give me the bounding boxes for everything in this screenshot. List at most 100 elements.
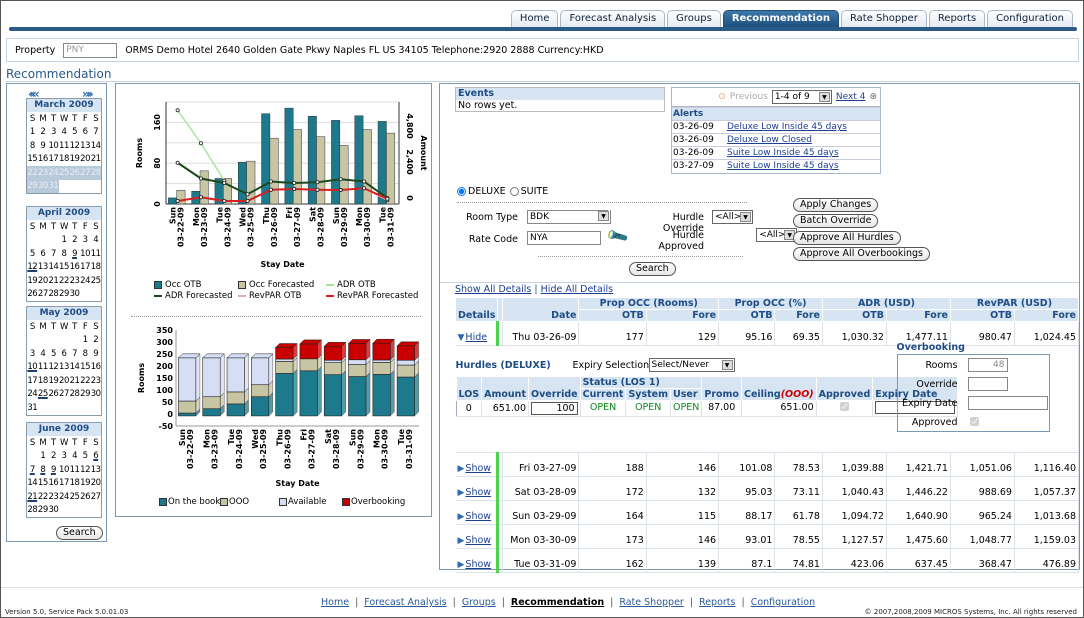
calendar-day[interactable]: 19 — [80, 477, 90, 491]
tab-home[interactable]: Home — [510, 10, 559, 27]
calendar-day[interactable]: 18 — [69, 477, 80, 491]
hurdle-override-select[interactable]: <All> ▼ — [712, 210, 753, 224]
footer-link-reports[interactable]: Reports — [699, 597, 735, 608]
calendar-day[interactable]: 24 — [80, 274, 90, 288]
hide-link[interactable]: Hide — [465, 332, 487, 343]
calendar-day[interactable]: 9 — [90, 347, 101, 361]
expiry-selection-select[interactable]: Select/Never ▼ — [648, 358, 735, 372]
ob-rooms-input[interactable]: 48 — [967, 358, 1008, 372]
next-icon[interactable]: ⊛ — [869, 92, 877, 102]
calendar-day[interactable]: 21 — [90, 153, 101, 167]
show-link[interactable]: Show — [465, 511, 491, 522]
ob-approved-checkbox[interactable] — [969, 417, 979, 426]
calendar-day[interactable]: 11 — [90, 247, 101, 261]
calendar-day[interactable]: 2 — [90, 334, 101, 348]
calendar-day[interactable]: 10 — [48, 139, 58, 153]
radio-suite[interactable] — [509, 187, 519, 196]
footer-link-configuration[interactable]: Configuration — [751, 597, 815, 608]
calendar-day[interactable]: 16 — [48, 477, 58, 491]
calendar-day[interactable]: 30 — [69, 288, 80, 302]
calendar-day[interactable]: 12 — [80, 463, 90, 477]
calendar-day[interactable]: 22 — [38, 490, 48, 504]
calendar-day[interactable]: 6 — [80, 126, 91, 140]
footer-link-groups[interactable]: Groups — [462, 597, 496, 608]
tab-recommendation[interactable]: Recommendation — [722, 10, 839, 27]
calendar-day[interactable]: 15 — [38, 477, 48, 491]
approve-all-hurdles-button[interactable]: Approve All Hurdles — [793, 231, 901, 245]
calendar-day[interactable]: 17 — [80, 261, 90, 275]
show-all-details-link[interactable]: Show All Details — [455, 284, 531, 295]
calendar-day[interactable]: 24 — [27, 388, 37, 402]
calendar-day[interactable]: 25 — [69, 490, 80, 504]
hide-all-details-link[interactable]: Hide All Details — [541, 284, 613, 295]
calendar-day[interactable]: 27 — [90, 490, 101, 504]
alert-link[interactable]: Suite Low Inside 45 days — [727, 161, 839, 171]
calendar-day[interactable]: 16 — [38, 153, 48, 167]
calendar-day[interactable]: 19 — [69, 153, 80, 167]
tab-groups[interactable]: Groups — [667, 10, 721, 27]
calendar-day[interactable]: 8 — [80, 347, 91, 361]
tab-configuration[interactable]: Configuration — [987, 10, 1073, 27]
room-type-select[interactable]: BDK ▼ — [527, 210, 611, 224]
calendar-day[interactable]: 9 — [69, 247, 80, 261]
footer-link-home[interactable]: Home — [321, 597, 349, 608]
calendar-day[interactable]: 13 — [38, 261, 48, 275]
calendar-day[interactable]: 1 — [38, 450, 49, 464]
calendar-day[interactable]: 30 — [37, 179, 48, 193]
show-toggle[interactable]: ▶ Show — [458, 463, 495, 474]
calendar-day[interactable]: 29 — [80, 388, 90, 402]
calendar-day[interactable]: 18 — [59, 153, 69, 167]
alerts-range-select[interactable]: 1-4 of 9 ▼ — [771, 90, 832, 104]
calendar-day[interactable]: 8 — [27, 139, 38, 153]
alert-link[interactable]: Deluxe Low Inside 45 days — [727, 122, 847, 132]
calendar-day[interactable]: 6 — [38, 247, 49, 261]
calendar-day[interactable]: 21 — [69, 374, 80, 388]
calendar-day[interactable]: 26 — [80, 490, 90, 504]
alert-link[interactable]: Suite Low Inside 45 days — [727, 148, 839, 158]
filter-search-button[interactable]: Search — [629, 262, 676, 276]
calendar-day[interactable]: 17 — [27, 374, 37, 388]
calendar-day[interactable]: 5 — [27, 247, 38, 261]
calendar-day[interactable]: 20 — [59, 374, 69, 388]
calendar-day[interactable]: 23 — [48, 490, 58, 504]
calendar-day[interactable]: 31 — [48, 179, 59, 193]
calendar-day[interactable]: 20 — [80, 153, 90, 167]
rate-code-input[interactable]: NYA — [527, 231, 601, 245]
calendar-day[interactable]: 28 — [90, 166, 101, 180]
radio-deluxe[interactable] — [457, 187, 466, 196]
calendar-day[interactable]: 7 — [69, 347, 80, 361]
calendar-day[interactable]: 27 — [59, 388, 69, 402]
property-input[interactable] — [63, 42, 118, 58]
approve-all-overbookings-button[interactable]: Approve All Overbookings — [793, 247, 930, 261]
calendar-day[interactable]: 3 — [80, 234, 91, 248]
calendar-day[interactable]: 16 — [69, 261, 80, 275]
calendar-day[interactable]: 4 — [59, 126, 70, 140]
apply-changes-button[interactable]: Apply Changes — [793, 198, 879, 212]
calendar-day[interactable]: 22 — [59, 274, 69, 288]
footer-link-recommendation[interactable]: Recommendation — [511, 597, 604, 608]
batch-override-button[interactable]: Batch Override — [793, 214, 879, 228]
calendar-day[interactable]: 18 — [90, 261, 101, 275]
calendar-day[interactable]: 25 — [58, 166, 69, 180]
calendar-day[interactable]: 4 — [90, 234, 101, 248]
calendar-day[interactable]: 1 — [59, 234, 70, 248]
calendar-day[interactable]: 10 — [80, 247, 90, 261]
calendar-day[interactable]: 8 — [38, 463, 49, 477]
calendar-day[interactable]: 4 — [69, 450, 80, 464]
ob-expiry-input[interactable] — [967, 396, 1048, 410]
alert-link[interactable]: Deluxe Low Closed — [727, 135, 812, 145]
calendar-day[interactable]: 9 — [48, 463, 59, 477]
calendar-day[interactable]: 8 — [59, 247, 70, 261]
hurdle-approved-select[interactable]: <All> ▼ — [756, 228, 798, 242]
calendar-day[interactable]: 2 — [48, 450, 59, 464]
next-link[interactable]: Next 4 — [836, 92, 866, 102]
calendar-day[interactable]: 29 — [27, 179, 38, 193]
tab-forecast-analysis[interactable]: Forecast Analysis — [560, 10, 666, 27]
calendar-day[interactable]: 7 — [27, 463, 38, 477]
calendar-day[interactable]: 14 — [90, 139, 101, 153]
calendar-day[interactable]: 1 — [80, 334, 91, 348]
calendar-day[interactable]: 18 — [38, 374, 48, 388]
hurdle-override-input[interactable]: 100 — [531, 402, 578, 415]
calendar-day[interactable]: 25 — [38, 388, 48, 402]
calendar-day[interactable]: 29 — [38, 504, 48, 518]
